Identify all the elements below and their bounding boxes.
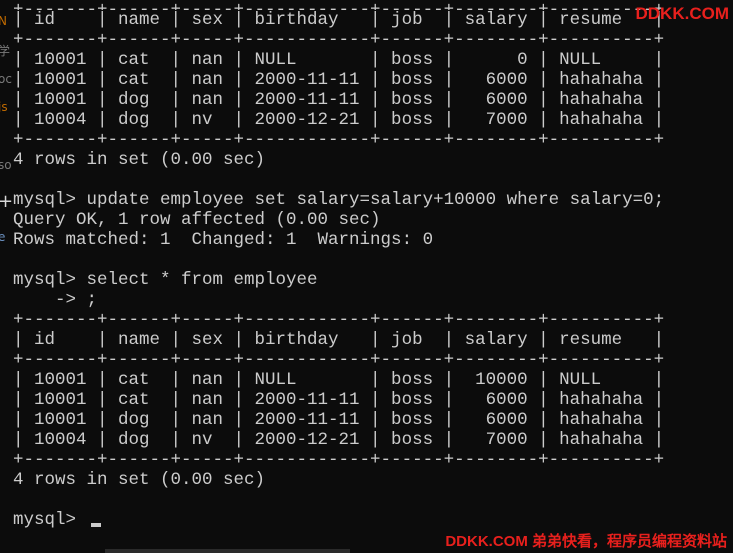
terminal-line: +-------+------+-----+------------+-----…: [13, 30, 713, 50]
terminal-line: mysql>: [13, 510, 713, 530]
terminal-line-text: mysql>: [13, 510, 87, 530]
terminal-line-text: | 10001 | dog | nan | 2000-11-11 | boss …: [13, 410, 665, 430]
table-top-border-partial: +-------+------+-----+------------+-----…: [13, 0, 665, 10]
background-window-edge: N 学 oc js so + e: [0, 0, 12, 553]
edge-fragment: 学: [0, 44, 11, 58]
edge-fragment: so: [0, 158, 12, 172]
terminal-line: +-------+------+-----+------------+-----…: [13, 450, 713, 470]
terminal-line: | 10001 | cat | nan | 2000-11-11 | boss …: [13, 390, 713, 410]
terminal-line-text: | id | name | sex | birthday | job | sal…: [13, 10, 665, 30]
terminal-line: Rows matched: 1 Changed: 1 Warnings: 0: [13, 230, 713, 250]
terminal-line: | id | name | sex | birthday | job | sal…: [13, 330, 713, 350]
terminal-line: mysql> update employee set salary=salary…: [13, 190, 713, 210]
text-cursor: [90, 523, 101, 527]
terminal-line-text: | 10001 | cat | nan | NULL | boss | 0 | …: [13, 50, 665, 70]
watermark-bottom: DDKK.COM 弟弟快看，程序员编程资料站: [445, 533, 727, 550]
terminal-line: | 10001 | cat | nan | NULL | boss | 1000…: [13, 370, 713, 390]
terminal-line-text: 4 rows in set (0.00 sec): [13, 470, 266, 490]
terminal-line: +-------+------+-----+------------+-----…: [13, 310, 713, 330]
terminal-line-text: Query OK, 1 row affected (0.00 sec): [13, 210, 381, 230]
terminal-line-text: +-------+------+-----+------------+-----…: [13, 350, 665, 370]
terminal-line-text: +-------+------+-----+------------+-----…: [13, 310, 665, 330]
terminal-line: | 10004 | dog | nv | 2000-12-21 | boss |…: [13, 430, 713, 450]
terminal-line: | id | name | sex | birthday | job | sal…: [13, 10, 713, 30]
terminal-line: +-------+------+-----+------------+-----…: [13, 350, 713, 370]
terminal-line-text: | 10001 | cat | nan | 2000-11-11 | boss …: [13, 70, 665, 90]
terminal-line-text: | 10001 | cat | nan | 2000-11-11 | boss …: [13, 390, 665, 410]
terminal-line-text: | 10004 | dog | nv | 2000-12-21 | boss |…: [13, 430, 665, 450]
edge-fragment: oc: [0, 72, 12, 86]
edge-fragment: js: [0, 100, 8, 114]
terminal-line-text: 4 rows in set (0.00 sec): [13, 150, 266, 170]
terminal-line-text: | 10004 | dog | nv | 2000-12-21 | boss |…: [13, 110, 665, 130]
terminal-line-text: -> ;: [13, 290, 98, 310]
edge-fragment: e: [0, 230, 6, 244]
terminal-line-text: | 10001 | cat | nan | NULL | boss | 1000…: [13, 370, 665, 390]
edge-fragment: N: [0, 14, 7, 28]
terminal-line-text: Rows matched: 1 Changed: 1 Warnings: 0: [13, 230, 434, 250]
terminal-line: -> ;: [13, 290, 713, 310]
background-window-strip: [105, 549, 350, 553]
terminal-line-text: | 10001 | dog | nan | 2000-11-11 | boss …: [13, 90, 665, 110]
terminal-line: 4 rows in set (0.00 sec): [13, 470, 713, 490]
terminal-line-text: | id | name | sex | birthday | job | sal…: [13, 330, 665, 350]
terminal-line-text: mysql> update employee set salary=salary…: [13, 190, 665, 210]
terminal-line-text: mysql> select * from employee: [13, 270, 318, 290]
watermark-top: DDKK.COM: [635, 4, 730, 23]
terminal-line: Query OK, 1 row affected (0.00 sec): [13, 210, 713, 230]
terminal-line: | 10004 | dog | nv | 2000-12-21 | boss |…: [13, 110, 713, 130]
terminal-window[interactable]: N 学 oc js so + e +-------+------+-----+-…: [0, 0, 733, 553]
terminal-line: | 10001 | dog | nan | 2000-11-11 | boss …: [13, 90, 713, 110]
terminal-line: +-------+------+-----+------------+-----…: [13, 130, 713, 150]
terminal-line-text: +-------+------+-----+------------+-----…: [13, 130, 665, 150]
terminal-line-text: +-------+------+-----+------------+-----…: [13, 30, 665, 50]
terminal-line: mysql> select * from employee: [13, 270, 713, 290]
terminal-line: | 10001 | cat | nan | 2000-11-11 | boss …: [13, 70, 713, 90]
terminal-line-text: +-------+------+-----+------------+-----…: [13, 450, 665, 470]
terminal-line: 4 rows in set (0.00 sec): [13, 150, 713, 170]
edge-fragment: +: [0, 191, 12, 212]
terminal-line: | 10001 | dog | nan | 2000-11-11 | boss …: [13, 410, 713, 430]
terminal-output[interactable]: | id | name | sex | birthday | job | sal…: [13, 10, 713, 530]
terminal-line: | 10001 | cat | nan | NULL | boss | 0 | …: [13, 50, 713, 70]
